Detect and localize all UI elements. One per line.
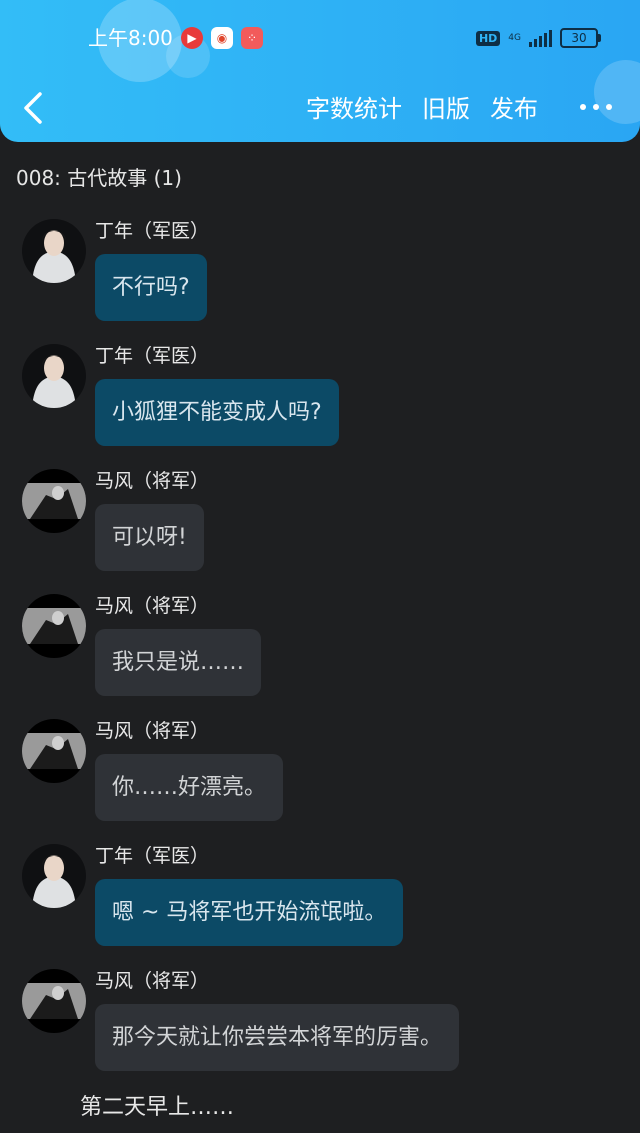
sender-name: 马风（将军）: [95, 595, 210, 617]
status-indicators: HD 4G 30: [475, 28, 601, 48]
avatar[interactable]: [22, 969, 86, 1033]
more-dot-icon: [580, 104, 586, 110]
top-header: 上午8:00 ▶ ◉ ⁘ HD 4G 30 字数统计 旧版 发布: [0, 0, 640, 142]
narration-text: 第二天早上……: [80, 1095, 235, 1120]
more-options-button[interactable]: [580, 104, 612, 110]
back-button[interactable]: [16, 86, 56, 130]
avatar[interactable]: [22, 594, 86, 658]
network-type-icon: 4G: [508, 33, 521, 43]
signal-icon: [529, 29, 552, 47]
old-version-button[interactable]: 旧版: [422, 92, 470, 126]
general-avatar-icon: [22, 594, 86, 658]
header-actions: 字数统计 旧版 发布: [306, 92, 538, 126]
general-avatar-icon: [22, 719, 86, 783]
general-avatar-icon: [22, 969, 86, 1033]
message-bubble[interactable]: 可以呀!: [95, 504, 204, 571]
status-time: 上午8:00: [88, 26, 173, 50]
doctor-avatar-icon: [22, 844, 86, 908]
sender-name: 马风（将军）: [95, 970, 210, 992]
avatar[interactable]: [22, 344, 86, 408]
doctor-avatar-icon: [22, 344, 86, 408]
weibo-app-icon: ◉: [211, 27, 233, 49]
chevron-left-icon: [24, 92, 42, 124]
message-bubble[interactable]: 我只是说……: [95, 629, 262, 696]
doctor-avatar-icon: [22, 219, 86, 283]
sender-name: 丁年（军医）: [95, 345, 210, 367]
avatar[interactable]: [22, 844, 86, 908]
more-dot-icon: [593, 104, 599, 110]
avatar[interactable]: [22, 219, 86, 283]
message-bubble[interactable]: 你……好漂亮。: [95, 754, 284, 821]
message-bubble[interactable]: 不行吗?: [95, 254, 207, 321]
avatar[interactable]: [22, 719, 86, 783]
sender-name: 丁年（军医）: [95, 845, 210, 867]
store-app-icon: ⁘: [241, 27, 263, 49]
video-app-icon: ▶: [181, 27, 203, 49]
message-bubble[interactable]: 嗯 ~ 马将军也开始流氓啦。: [95, 879, 404, 946]
hd-icon: HD: [475, 30, 501, 46]
message-bubble[interactable]: 那今天就让你尝尝本将军的厉害。: [95, 1004, 460, 1071]
avatar[interactable]: [22, 469, 86, 533]
sender-name: 马风（将军）: [95, 470, 210, 492]
publish-button[interactable]: 发布: [490, 92, 538, 126]
battery-icon: 30: [560, 28, 601, 48]
more-dot-icon: [606, 104, 612, 110]
general-avatar-icon: [22, 469, 86, 533]
sender-name: 马风（将军）: [95, 720, 210, 742]
sender-name: 丁年（军医）: [95, 220, 210, 242]
header-decoration: [594, 60, 640, 124]
message-bubble[interactable]: 小狐狸不能变成人吗?: [95, 379, 339, 446]
word-count-button[interactable]: 字数统计: [306, 92, 402, 126]
chapter-title: 008: 古代故事 (1): [16, 166, 182, 190]
